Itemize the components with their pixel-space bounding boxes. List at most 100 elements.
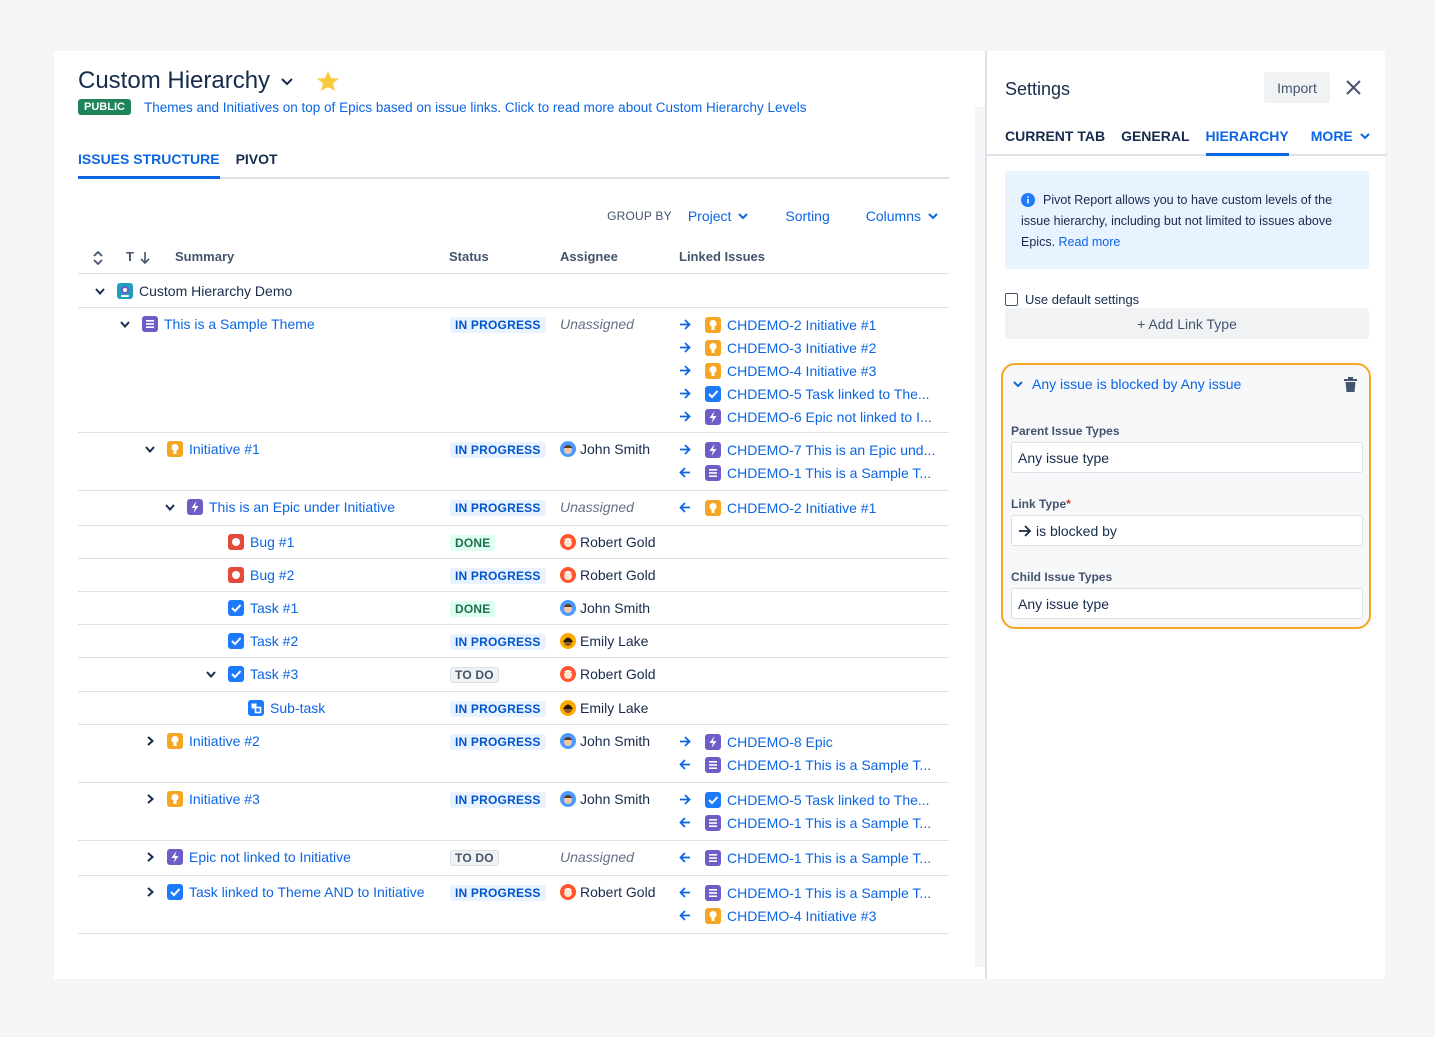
table-row[interactable]: Initiative #2 IN PROGRESS John Smith CHDEMO… (78, 725, 949, 783)
summary-link[interactable]: Task #3 (250, 666, 298, 682)
assignee-cell[interactable]: John Smith (560, 791, 650, 807)
chevron-down-icon[interactable] (92, 283, 108, 299)
linked-issue[interactable]: CHDEMO-6 Epic not linked to I... (679, 405, 932, 428)
chevron-down-icon[interactable] (117, 316, 133, 332)
linked-issue-link[interactable]: CHDEMO-1 This is a Sample T... (727, 885, 931, 901)
child-issue-types-select[interactable]: Any issue type (1011, 588, 1363, 619)
assignee-cell[interactable]: Emily Lake (560, 633, 648, 649)
status-badge[interactable]: IN PROGRESS (450, 442, 546, 458)
tab-issues-structure[interactable]: ISSUES STRUCTURE (78, 151, 220, 179)
group-by-dropdown[interactable]: Project (688, 208, 750, 224)
status-badge[interactable]: IN PROGRESS (450, 568, 546, 584)
linked-issue-link[interactable]: CHDEMO-5 Task linked to The... (727, 792, 930, 808)
linked-issue-link[interactable]: CHDEMO-1 This is a Sample T... (727, 815, 931, 831)
status-badge[interactable]: DONE (450, 601, 496, 617)
linked-issue[interactable]: CHDEMO-2 Initiative #1 (679, 313, 932, 336)
linked-issue[interactable]: CHDEMO-1 This is a Sample T... (679, 846, 931, 869)
chevron-right-icon[interactable] (142, 791, 158, 807)
assignee-column-header[interactable]: Assignee (560, 249, 618, 264)
assignee-cell[interactable]: John Smith (560, 733, 650, 749)
link-type-select[interactable]: is blocked by (1011, 515, 1363, 546)
table-row[interactable]: Custom Hierarchy Demo (78, 274, 949, 308)
linked-issue-link[interactable]: CHDEMO-2 Initiative #1 (727, 500, 876, 516)
linked-issue-link[interactable]: CHDEMO-1 This is a Sample T... (727, 757, 931, 773)
tab-general[interactable]: GENERAL (1121, 128, 1189, 154)
linked-issue[interactable]: CHDEMO-1 This is a Sample T... (679, 753, 931, 776)
table-row[interactable]: This is a Sample Theme IN PROGRESS Unassig… (78, 308, 949, 433)
assignee-cell[interactable]: John Smith (560, 441, 650, 457)
linked-issue-link[interactable]: CHDEMO-4 Initiative #3 (727, 908, 876, 924)
status-badge[interactable]: IN PROGRESS (450, 792, 546, 808)
assignee-cell[interactable]: Robert Gold (560, 534, 655, 550)
parent-issue-types-select[interactable]: Any issue type (1011, 442, 1363, 473)
star-icon[interactable] (316, 70, 340, 92)
status-badge[interactable]: TO DO (450, 850, 499, 866)
linked-issue-link[interactable]: CHDEMO-1 This is a Sample T... (727, 850, 931, 866)
linked-issue-link[interactable]: CHDEMO-5 Task linked to The... (727, 386, 930, 402)
chevron-down-icon[interactable] (162, 499, 178, 515)
assignee-cell[interactable]: Robert Gold (560, 666, 655, 682)
assignee-cell[interactable]: Emily Lake (560, 700, 648, 716)
linked-issue-link[interactable]: CHDEMO-8 Epic (727, 734, 833, 750)
table-row[interactable]: Bug #1 DONE Robert Gold (78, 526, 949, 559)
linked-issue[interactable]: CHDEMO-5 Task linked to The... (679, 788, 931, 811)
linked-issue[interactable]: CHDEMO-2 Initiative #1 (679, 496, 876, 519)
type-column-header[interactable]: T (126, 249, 134, 264)
table-row[interactable]: Bug #2 IN PROGRESS Robert Gold (78, 559, 949, 592)
linked-issue[interactable]: CHDEMO-1 This is a Sample T... (679, 881, 931, 904)
chevron-right-icon[interactable] (142, 733, 158, 749)
linked-issue[interactable]: CHDEMO-5 Task linked to The... (679, 382, 932, 405)
chevron-right-icon[interactable] (142, 884, 158, 900)
status-badge[interactable]: DONE (450, 535, 496, 551)
tab-hierarchy[interactable]: HIERARCHY (1205, 128, 1289, 156)
tab-more[interactable]: MORE (1311, 128, 1371, 154)
table-row[interactable]: Task #3 TO DO Robert Gold (78, 658, 949, 692)
summary-link[interactable]: This is a Sample Theme (164, 316, 315, 332)
read-more-link[interactable]: Read more (1059, 235, 1121, 249)
table-row[interactable]: Initiative #3 IN PROGRESS John Smith CHDEMO… (78, 783, 949, 841)
summary-link[interactable]: Task #1 (250, 600, 298, 616)
summary-column-header[interactable]: Summary (175, 249, 234, 264)
linked-issue-link[interactable]: CHDEMO-1 This is a Sample T... (727, 465, 931, 481)
import-button[interactable]: Import (1264, 72, 1330, 103)
linked-issue[interactable]: CHDEMO-1 This is a Sample T... (679, 461, 935, 484)
linked-issue[interactable]: CHDEMO-3 Initiative #2 (679, 336, 932, 359)
linked-issue-link[interactable]: CHDEMO-7 This is an Epic und... (727, 442, 935, 458)
assignee-cell[interactable]: Robert Gold (560, 884, 655, 900)
summary-link[interactable]: Initiative #3 (189, 791, 260, 807)
status-column-header[interactable]: Status (449, 249, 489, 264)
summary-link[interactable]: Task linked to Theme AND to Initiative (189, 884, 425, 900)
summary-link[interactable]: Bug #1 (250, 534, 294, 550)
table-row[interactable]: This is an Epic under Initiative IN PROGR… (78, 491, 949, 526)
close-icon[interactable] (1345, 79, 1362, 96)
table-row[interactable]: Sub-task IN PROGRESS Emily Lake (78, 692, 949, 725)
chevron-down-icon[interactable] (142, 441, 158, 457)
scrollbar[interactable] (975, 107, 985, 967)
status-badge[interactable]: IN PROGRESS (450, 701, 546, 717)
summary-link[interactable]: This is an Epic under Initiative (209, 499, 395, 515)
assignee-cell[interactable]: Unassigned (560, 499, 634, 515)
table-row[interactable]: Initiative #1 IN PROGRESS John Smith CHDEMO… (78, 433, 949, 491)
tab-pivot[interactable]: PIVOT (236, 151, 278, 177)
linked-issue-link[interactable]: CHDEMO-2 Initiative #1 (727, 317, 876, 333)
assignee-cell[interactable]: Robert Gold (560, 567, 655, 583)
linked-issue-link[interactable]: CHDEMO-4 Initiative #3 (727, 363, 876, 379)
linked-issues-column-header[interactable]: Linked Issues (679, 249, 765, 264)
assignee-cell[interactable]: Unassigned (560, 849, 634, 865)
linked-issue[interactable]: CHDEMO-1 This is a Sample T... (679, 811, 931, 834)
tab-current-tab[interactable]: CURRENT TAB (1005, 128, 1105, 154)
use-default-checkbox[interactable] (1005, 293, 1018, 306)
linked-issue-link[interactable]: CHDEMO-3 Initiative #2 (727, 340, 876, 356)
summary-link[interactable]: Initiative #2 (189, 733, 260, 749)
linked-issue[interactable]: CHDEMO-7 This is an Epic und... (679, 438, 935, 461)
status-badge[interactable]: IN PROGRESS (450, 317, 546, 333)
status-badge[interactable]: IN PROGRESS (450, 734, 546, 750)
status-badge[interactable]: TO DO (450, 667, 499, 683)
linked-issue-link[interactable]: CHDEMO-6 Epic not linked to I... (727, 409, 932, 425)
summary-link[interactable]: Task #2 (250, 633, 298, 649)
linked-issue[interactable]: CHDEMO-4 Initiative #3 (679, 904, 931, 927)
description-link[interactable]: Themes and Initiatives on top of Epics b… (144, 100, 807, 115)
table-row[interactable]: Task linked to Theme AND to Initiative IN… (78, 876, 949, 934)
status-badge[interactable]: IN PROGRESS (450, 500, 546, 516)
assignee-cell[interactable]: Unassigned (560, 316, 634, 332)
